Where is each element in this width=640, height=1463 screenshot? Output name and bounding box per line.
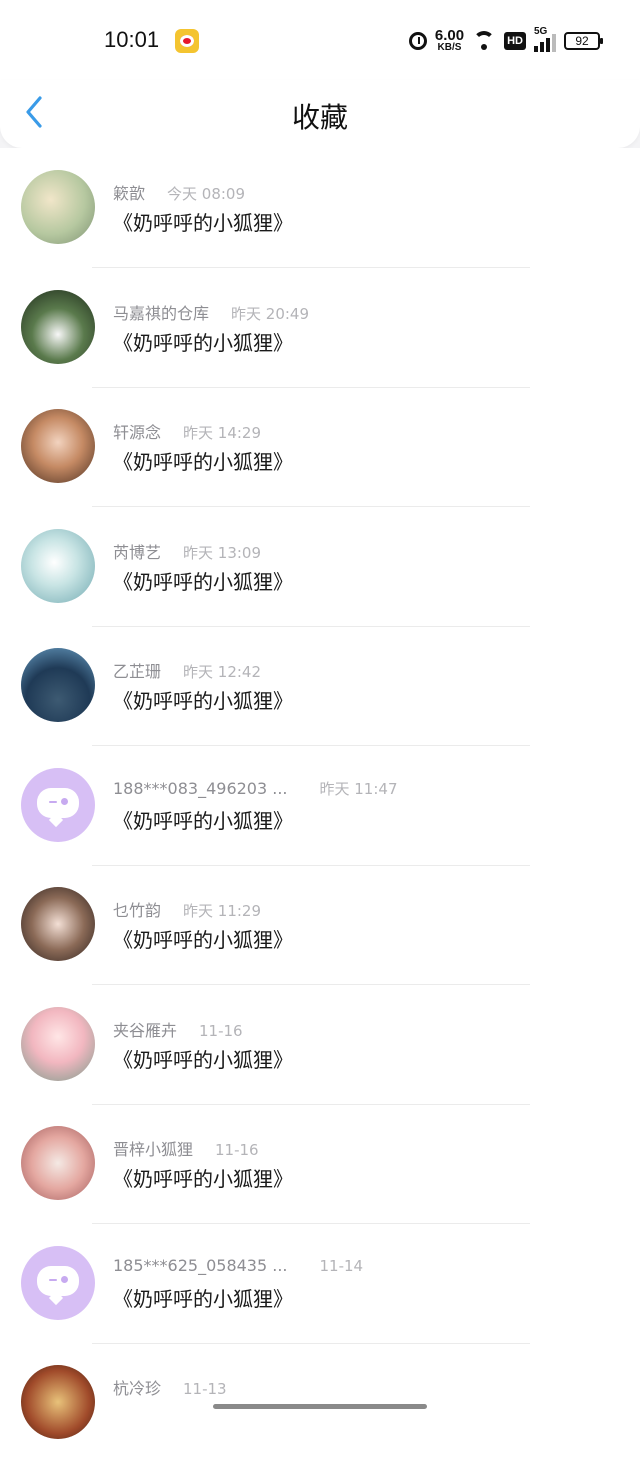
- status-bar: 10:01 6.00 KB/S HD 5G 92: [0, 0, 640, 80]
- item-meta: 轩源念 昨天 14:29: [113, 419, 261, 443]
- timestamp: 昨天 14:29: [183, 424, 262, 442]
- timestamp: 昨天 12:42: [183, 663, 262, 681]
- favorite-title[interactable]: 《奶呼呼的小狐狸》: [113, 566, 293, 595]
- user-name[interactable]: 芮博艺: [113, 539, 161, 563]
- timestamp: 昨天 13:09: [183, 543, 262, 562]
- avatar[interactable]: [21, 887, 95, 961]
- user-name[interactable]: 马嘉祺的仓库: [113, 300, 209, 324]
- timestamp: 昨天 20:49: [231, 304, 310, 323]
- item-meta: 夹谷雁卉 11-16: [113, 1017, 243, 1041]
- timestamp: 昨天 11:47: [319, 779, 398, 798]
- item-meta: 马嘉祺的仓库 昨天 20:49: [113, 300, 309, 324]
- network-speed-value: 6.00: [434, 27, 465, 44]
- eye-icon: [61, 797, 68, 805]
- favorite-title[interactable]: 《奶呼呼的小狐狸》: [113, 805, 293, 834]
- avatar[interactable]: [21, 1006, 95, 1081]
- avatar[interactable]: [21, 1126, 95, 1200]
- user-name[interactable]: 晋梓小狐狸: [113, 1136, 193, 1160]
- user-name[interactable]: 188***083_496203 ...: [113, 779, 288, 798]
- list-item[interactable]: 簌歆 今天 08:09 《奶呼呼的小狐狸》: [0, 148, 640, 268]
- favorite-title[interactable]: 《奶呼呼的小狐狸》: [113, 446, 293, 475]
- list-item[interactable]: 轩源念 昨天 14:29 《奶呼呼的小狐狸》: [0, 387, 640, 507]
- chat-bubble-icon: [37, 787, 79, 818]
- user-name[interactable]: 乜竹韵: [113, 897, 161, 921]
- item-meta: 乙芷珊 昨天 12:42: [113, 658, 261, 682]
- alarm-icon: [408, 31, 427, 50]
- list-item[interactable]: 芮博艺 昨天 13:09 《奶呼呼的小狐狸》: [0, 507, 640, 627]
- favorite-title[interactable]: 《奶呼呼的小狐狸》: [113, 1044, 293, 1073]
- eye-icon: [61, 1275, 68, 1283]
- wink-eye-icon: [49, 800, 57, 803]
- hd-badge: HD: [504, 31, 526, 50]
- page-title: 收藏: [291, 101, 348, 134]
- wink-eye-icon: [49, 1278, 57, 1281]
- favorite-title[interactable]: 《奶呼呼的小狐狸》: [113, 207, 293, 236]
- chat-bubble-icon: [37, 1265, 79, 1296]
- item-meta: 晋梓小狐狸 11-16: [113, 1136, 259, 1160]
- avatar[interactable]: [21, 1365, 95, 1439]
- favorite-title[interactable]: 《奶呼呼的小狐狸》: [113, 1163, 293, 1192]
- network-speed: 6.00 KB/S: [435, 28, 464, 53]
- favorite-title[interactable]: 《奶呼呼的小狐狸》: [113, 685, 293, 714]
- user-name[interactable]: 乙芷珊: [113, 658, 161, 682]
- status-indicators: 6.00 KB/S HD 5G 92: [408, 26, 603, 53]
- item-meta: 簌歆 今天 08:09: [113, 180, 245, 204]
- list-item[interactable]: 杭冷珍 11-13: [0, 1343, 640, 1463]
- list-item[interactable]: 188***083_496203 ... 昨天 11:47 《奶呼呼的小狐狸》: [0, 746, 640, 866]
- user-name[interactable]: 夹谷雁卉: [113, 1017, 177, 1041]
- avatar[interactable]: [21, 648, 95, 722]
- default-avatar[interactable]: [21, 1245, 95, 1320]
- user-name[interactable]: 杭冷珍: [113, 1375, 161, 1399]
- list-item[interactable]: 晋梓小狐狸 11-16 《奶呼呼的小狐狸》: [0, 1104, 640, 1224]
- favorite-title[interactable]: 《奶呼呼的小狐狸》: [113, 327, 293, 356]
- timestamp: 今天 08:09: [167, 185, 246, 203]
- list-item[interactable]: 夹谷雁卉 11-16 《奶呼呼的小狐狸》: [0, 985, 640, 1105]
- item-meta: 185***625_058435 ... 11-14: [113, 1256, 363, 1275]
- user-name[interactable]: 簌歆: [113, 180, 145, 204]
- avatar[interactable]: [21, 170, 95, 244]
- avatar[interactable]: [21, 409, 95, 483]
- user-name[interactable]: 轩源念: [113, 419, 161, 443]
- favorite-title[interactable]: 《奶呼呼的小狐狸》: [113, 924, 293, 953]
- list-item[interactable]: 乙芷珊 昨天 12:42 《奶呼呼的小狐狸》: [0, 626, 640, 746]
- cellular-signal-icon: 5G: [534, 26, 556, 52]
- list-item[interactable]: 185***625_058435 ... 11-14 《奶呼呼的小狐狸》: [0, 1224, 640, 1344]
- status-time: 10:01: [104, 27, 160, 52]
- list-item[interactable]: 马嘉祺的仓库 昨天 20:49 《奶呼呼的小狐狸》: [0, 268, 640, 388]
- avatar[interactable]: [21, 528, 95, 603]
- item-meta: 188***083_496203 ... 昨天 11:47: [113, 778, 398, 799]
- default-avatar[interactable]: [21, 767, 95, 842]
- item-meta: 杭冷珍 11-13: [113, 1375, 227, 1399]
- weibo-notification-icon: [175, 29, 199, 53]
- item-meta: 乜竹韵 昨天 11:29: [113, 897, 261, 921]
- item-meta: 芮博艺 昨天 13:09: [113, 539, 261, 563]
- list-item[interactable]: 乜竹韵 昨天 11:29 《奶呼呼的小狐狸》: [0, 865, 640, 985]
- network-speed-unit: KB/S: [437, 42, 462, 53]
- wifi-icon: [472, 30, 496, 51]
- timestamp: 11-16: [199, 1021, 243, 1040]
- timestamp: 11-13: [183, 1380, 227, 1398]
- favorites-list: 簌歆 今天 08:09 《奶呼呼的小狐狸》 马嘉祺的仓库 昨天 20:49 《奶呼呼的小狐…: [0, 148, 640, 1463]
- timestamp: 11-16: [215, 1141, 259, 1159]
- battery-icon: 92: [564, 31, 603, 50]
- user-name[interactable]: 185***625_058435 ...: [113, 1256, 288, 1275]
- avatar[interactable]: [21, 289, 95, 364]
- timestamp: 11-14: [319, 1256, 364, 1275]
- favorite-title[interactable]: 《奶呼呼的小狐狸》: [113, 1283, 293, 1312]
- timestamp: 昨天 11:29: [183, 902, 262, 920]
- signal-label: 5G: [534, 25, 548, 37]
- home-indicator[interactable]: [213, 1404, 427, 1409]
- navigation-bar: 收藏: [0, 80, 640, 148]
